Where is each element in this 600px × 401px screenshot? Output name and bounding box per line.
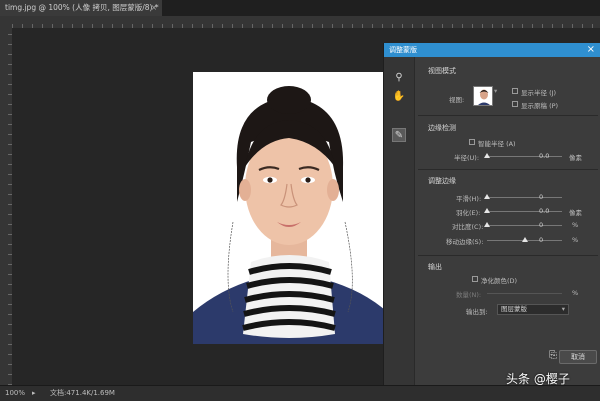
document-tab-title: timg.jpg @ 100% (人像 拷贝, 图层蒙版/8) *: [5, 3, 159, 12]
document-tab[interactable]: timg.jpg @ 100% (人像 拷贝, 图层蒙版/8) * ×: [0, 0, 162, 16]
hand-tool-icon[interactable]: ✋: [392, 90, 406, 104]
portrait-image[interactable]: [193, 72, 385, 344]
zoom-tool-icon[interactable]: ⚲: [392, 71, 406, 85]
output-heading: 输出: [428, 263, 442, 271]
decontaminate-label: 净化颜色(D): [481, 277, 518, 285]
feather-slider-knob[interactable]: [484, 208, 490, 213]
radius-unit: 像素: [569, 154, 582, 162]
show-original-checkbox[interactable]: [512, 101, 518, 107]
dialog-title: 调整蒙版: [389, 46, 417, 54]
radius-label: 半径(U):: [454, 154, 480, 162]
output-to-value: 图层蒙版: [501, 305, 527, 313]
close-icon[interactable]: ×: [587, 43, 595, 57]
contrast-value[interactable]: 0: [539, 221, 543, 229]
radius-slider[interactable]: [484, 153, 562, 158]
portrait-illustration: [193, 72, 385, 344]
document-tab-bar: timg.jpg @ 100% (人像 拷贝, 图层蒙版/8) * ×: [0, 0, 600, 16]
radius-slider-knob[interactable]: [484, 153, 490, 158]
adjust-edge-heading: 调整边缘: [428, 177, 456, 185]
view-mode-heading: 视图模式: [428, 67, 456, 75]
smooth-value[interactable]: 0: [539, 193, 543, 201]
refine-radius-brush-icon[interactable]: ✎: [392, 128, 406, 142]
dialog-titlebar[interactable]: 调整蒙版 ×: [384, 43, 600, 57]
amount-label: 数量(N):: [456, 291, 482, 299]
shift-edge-slider[interactable]: [487, 237, 562, 242]
view-label: 视图:: [449, 96, 465, 104]
chevron-down-icon: ▾: [561, 305, 565, 313]
smart-radius-checkbox[interactable]: [469, 139, 475, 145]
portrait-thumbnail-icon: [474, 87, 492, 105]
show-radius-checkbox[interactable]: [512, 88, 518, 94]
contrast-label: 对比度(C):: [452, 223, 484, 231]
section-divider: [418, 115, 598, 116]
shift-edge-value[interactable]: 0: [539, 236, 543, 244]
document-size: 文档:471.4K/1.69M: [50, 389, 115, 397]
shift-edge-label: 移动边缘(S):: [446, 238, 484, 246]
amount-unit: %: [572, 289, 579, 297]
zoom-level[interactable]: 100%: [5, 386, 25, 401]
remember-settings-icon[interactable]: ⎘: [549, 349, 559, 363]
contrast-unit: %: [572, 221, 579, 229]
cancel-button[interactable]: 取消: [559, 350, 597, 364]
edge-detection-heading: 边缘检测: [428, 124, 456, 132]
watermark-text: 头条 @樱子: [506, 372, 570, 386]
feather-label: 羽化(E):: [456, 209, 481, 217]
radius-value[interactable]: 0.0: [539, 152, 549, 160]
amount-slider: [487, 293, 562, 294]
smooth-label: 平滑(H):: [456, 195, 482, 203]
status-bar: 100% ▸ 文档:471.4K/1.69M: [0, 385, 600, 401]
section-divider: [418, 255, 598, 256]
show-radius-label: 显示半径 (J): [521, 89, 557, 97]
ruler-corner: [0, 16, 12, 28]
shift-edge-slider-knob[interactable]: [521, 237, 528, 242]
close-icon[interactable]: ×: [151, 0, 157, 16]
shift-edge-unit: %: [572, 236, 579, 244]
section-divider: [418, 169, 598, 170]
smooth-slider-knob[interactable]: [484, 194, 490, 199]
contrast-slider-knob[interactable]: [484, 222, 490, 227]
dialog-toolbar: ⚲ ✋ ✎: [384, 57, 415, 385]
show-original-label: 显示原稿 (P): [521, 102, 559, 110]
feather-unit: 像素: [569, 209, 582, 217]
decontaminate-checkbox[interactable]: [472, 276, 478, 282]
output-to-label: 输出到:: [466, 308, 488, 316]
status-menu-icon[interactable]: ▸: [32, 386, 36, 401]
smooth-slider[interactable]: [484, 194, 562, 199]
refine-mask-dialog: 调整蒙版 × ⚲ ✋ ✎ 视图模式 视图: ▾ 显示半径 (J) 显示原稿 (P…: [383, 43, 600, 385]
output-to-select[interactable]: 图层蒙版 ▾: [497, 304, 569, 315]
smart-radius-label: 智能半径 (A): [478, 140, 516, 148]
contrast-slider[interactable]: [484, 222, 562, 227]
feather-value[interactable]: 0.0: [539, 207, 549, 215]
feather-slider[interactable]: [484, 208, 562, 213]
view-thumbnail[interactable]: [473, 86, 493, 106]
view-dropdown-icon[interactable]: ▾: [494, 87, 497, 95]
